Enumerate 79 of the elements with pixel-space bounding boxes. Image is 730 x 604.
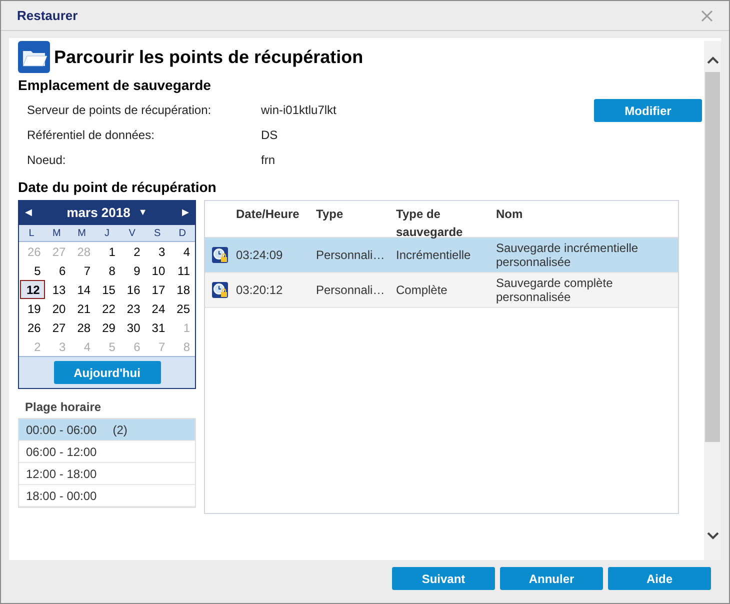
calendar-day[interactable]: 4 xyxy=(169,242,194,261)
scroll-up-icon[interactable] xyxy=(706,56,718,64)
table-cell-text: Sauvegarde incrémentielle personnalisée xyxy=(496,241,640,269)
scroll-down-icon[interactable] xyxy=(706,532,718,540)
calendar-day[interactable]: 23 xyxy=(119,299,144,318)
calendar-day[interactable]: 6 xyxy=(44,261,70,280)
column-header: Type de sauvegarde xyxy=(396,206,464,237)
today-button[interactable]: Aujourd'hui xyxy=(54,361,160,384)
time-range-item[interactable]: 00:00 - 06:00 (2) xyxy=(19,419,195,441)
table-cell-text: Sauvegarde complète personnalisée xyxy=(496,276,614,304)
calendar-day[interactable]: 7 xyxy=(70,261,95,280)
dialog-button[interactable]: Aide xyxy=(608,567,711,590)
calendar-day[interactable]: 16 xyxy=(119,280,144,299)
next-month-button[interactable]: ▶ xyxy=(182,206,189,220)
modify-button[interactable]: Modifier xyxy=(594,99,702,122)
table-cell-text: Personnali… xyxy=(316,247,386,264)
weekday-label: M xyxy=(76,226,88,240)
calendar-day[interactable]: 2 xyxy=(119,242,144,261)
weekday-label: V xyxy=(128,226,136,240)
calendar-day[interactable]: 20 xyxy=(44,299,70,318)
section-title: Emplacement de sauvegarde xyxy=(18,76,212,95)
weekday-label: L xyxy=(28,226,36,240)
window-title: Restaurer xyxy=(17,6,78,25)
table-row[interactable]: 03:24:09 Personnali… Incrémentielle Sauvegarde incrémentielle personnalisée xyxy=(205,238,678,273)
table-cell-text: 03:20:12 xyxy=(236,282,284,299)
clock-lock-icon xyxy=(212,282,228,298)
calendar-day[interactable]: 15 xyxy=(94,280,120,299)
calendar-day[interactable]: 28 xyxy=(70,318,95,337)
dialog-button[interactable]: Annuler xyxy=(500,567,603,590)
calendar-day[interactable]: 29 xyxy=(94,318,120,337)
column-header: Date/Heure xyxy=(236,206,300,223)
calendar-day[interactable]: 5 xyxy=(20,261,45,280)
calendar-day[interactable]: 9 xyxy=(119,261,144,280)
page-title: Parcourir les points de récupération xyxy=(54,46,364,69)
weekday-label: J xyxy=(103,226,110,240)
calendar-day[interactable]: 25 xyxy=(169,299,194,318)
clock-lock-icon xyxy=(212,247,228,263)
table-cell-text: Complète xyxy=(396,282,448,299)
calendar-day[interactable]: 31 xyxy=(144,318,170,337)
field-value: frn xyxy=(261,152,276,168)
field-value: win-i01ktlu7lkt xyxy=(261,102,336,118)
table-row[interactable]: 03:20:12 Personnali… Complète Sauvegarde complète personnalisée xyxy=(205,273,678,308)
table-cell-text: 03:24:09 xyxy=(236,247,284,264)
column-header: Type xyxy=(316,206,344,223)
field-label: Noeud: xyxy=(27,152,67,168)
time-range-title: Plage horaire xyxy=(24,399,102,416)
calendar-day[interactable]: 1 xyxy=(94,242,120,261)
column-header: Nom xyxy=(496,206,524,223)
month-dropdown-button[interactable]: ▼ xyxy=(138,206,148,220)
calendar-day[interactable]: 22 xyxy=(94,299,120,318)
weekday-label: M xyxy=(52,226,62,240)
dialog-button[interactable]: Suivant xyxy=(392,567,495,590)
calendar-day[interactable]: 24 xyxy=(144,299,170,318)
weekday-label: S xyxy=(152,226,162,240)
calendar-day[interactable]: 30 xyxy=(119,318,144,337)
weekday-label: D xyxy=(178,226,188,240)
month-label: mars 2018 xyxy=(66,204,130,222)
calendar-day[interactable]: 12 xyxy=(20,280,45,299)
calendar-day[interactable]: 17 xyxy=(144,280,170,299)
calendar-day[interactable]: 21 xyxy=(70,299,95,318)
calendar-day[interactable]: 3 xyxy=(144,242,170,261)
calendar-day[interactable]: 8 xyxy=(94,261,120,280)
calendar-day[interactable]: 19 xyxy=(20,299,45,318)
table-cell-text: Personnali… xyxy=(316,282,386,299)
calendar-day[interactable]: 26 xyxy=(20,318,45,337)
section-title: Date du point de récupération xyxy=(18,178,218,197)
calendar-day[interactable]: 27 xyxy=(44,318,70,337)
calendar-day[interactable]: 13 xyxy=(44,280,70,299)
table-cell-text: Incrémentielle xyxy=(396,247,472,264)
field-label: Référentiel de données: xyxy=(27,126,156,144)
calendar-day[interactable]: 10 xyxy=(144,261,170,280)
folder-icon xyxy=(18,41,50,73)
calendar-day[interactable]: 18 xyxy=(169,280,194,299)
field-value: DS xyxy=(261,126,278,144)
field-label: Serveur de points de récupération: xyxy=(27,102,212,118)
scrollbar[interactable] xyxy=(704,41,721,560)
previous-month-button[interactable]: ◀ xyxy=(25,206,32,220)
calendar-day[interactable]: 14 xyxy=(70,280,95,299)
calendar-day[interactable]: 11 xyxy=(169,261,194,280)
